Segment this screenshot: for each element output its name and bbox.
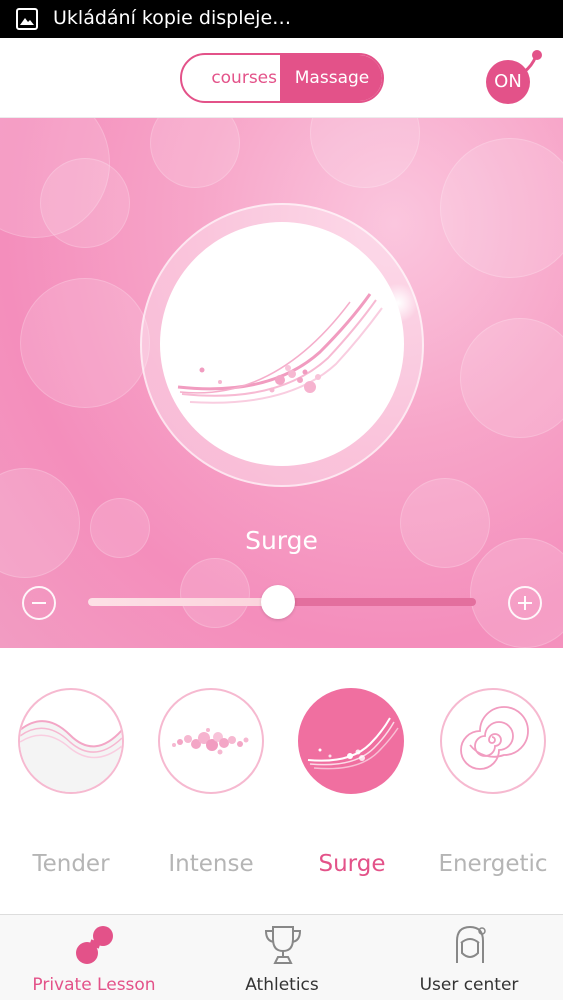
- intensity-slider-fill: [88, 598, 279, 606]
- current-mode-title: Surge: [245, 526, 318, 555]
- hero-panel: Surge: [0, 118, 563, 648]
- mode-label-energetic[interactable]: Energetic: [423, 851, 563, 877]
- status-bar: Ukládání kopie displeje…: [0, 0, 563, 38]
- tab-private-lesson[interactable]: Private Lesson: [0, 915, 188, 1000]
- surge-icon: [177, 293, 383, 404]
- user-icon: [456, 925, 486, 963]
- mode-label-tender[interactable]: Tender: [1, 851, 141, 877]
- peanut-icon: [76, 926, 113, 964]
- light-glare: [378, 283, 418, 323]
- bottom-tab-bar: Private Lesson Athletics User center: [0, 914, 563, 1000]
- bokeh-bubble: [40, 158, 130, 248]
- tab-label-athletics: Athletics: [245, 975, 319, 995]
- wave-icon: [20, 720, 122, 792]
- segment-massage[interactable]: Massage: [280, 55, 382, 101]
- power-label: ON: [486, 60, 530, 104]
- power-button[interactable]: ON: [478, 48, 546, 110]
- top-bar: courses Massage ON: [0, 38, 563, 118]
- bokeh-bubble: [460, 318, 563, 438]
- tab-user-center[interactable]: User center: [375, 915, 563, 1000]
- mode-button-surge[interactable]: [298, 688, 404, 794]
- status-text: Ukládání kopie displeje…: [53, 7, 292, 29]
- mode-button-tender[interactable]: [18, 688, 124, 794]
- surge-icon: [307, 717, 399, 770]
- mode-label-intense[interactable]: Intense: [141, 851, 281, 877]
- plus-icon[interactable]: [508, 586, 542, 620]
- minus-icon[interactable]: [22, 586, 56, 620]
- trophy-icon: [264, 926, 302, 964]
- segment-courses[interactable]: courses: [182, 55, 280, 101]
- bokeh-bubble: [0, 468, 80, 578]
- mode-selector: Tender Intense Surge Energetic: [0, 648, 563, 914]
- bokeh-bubble: [180, 558, 250, 628]
- mode-label-surge[interactable]: Surge: [282, 851, 422, 877]
- tab-athletics[interactable]: Athletics: [188, 915, 376, 1000]
- bokeh-bubble: [20, 278, 150, 408]
- spiral-icon: [460, 706, 529, 770]
- bubbles-icon: [172, 728, 249, 755]
- image-icon: [16, 8, 38, 30]
- mode-button-intense[interactable]: [158, 688, 264, 794]
- tab-label-private-lesson: Private Lesson: [32, 975, 156, 995]
- bokeh-bubble: [440, 138, 563, 278]
- segmented-control: courses Massage: [180, 53, 384, 103]
- tab-label-user-center: User center: [419, 975, 519, 995]
- mode-button-energetic[interactable]: [440, 688, 546, 794]
- current-mode-display: [160, 222, 404, 466]
- bokeh-bubble: [150, 118, 240, 188]
- bokeh-bubble: [310, 118, 420, 188]
- intensity-slider-thumb[interactable]: [261, 585, 296, 619]
